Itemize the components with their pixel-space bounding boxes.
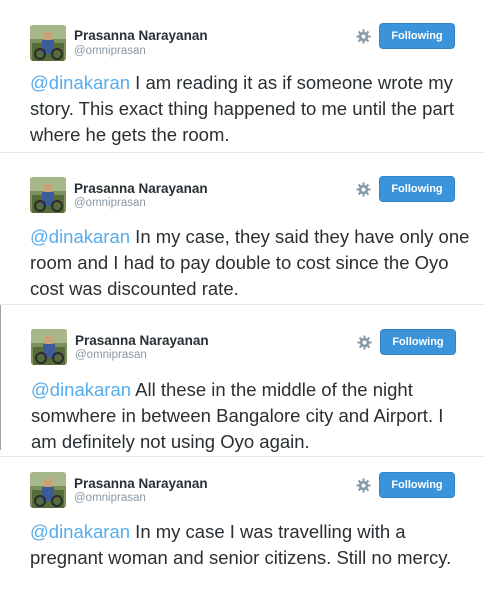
tweet-card: Prasanna Narayanan @omniprasan Following… (1, 305, 484, 455)
tweet-text: @dinakaran In my case, they said they ha… (30, 224, 470, 302)
mention-link[interactable]: @dinakaran (30, 226, 130, 247)
author-handle[interactable]: @omniprasan (74, 492, 146, 504)
author-handle[interactable]: @omniprasan (75, 349, 147, 361)
tweet-text: @dinakaran All these in the middle of th… (31, 377, 471, 455)
gear-icon[interactable] (356, 478, 371, 493)
tweet-text: @dinakaran I am reading it as if someone… (30, 70, 470, 148)
mention-link[interactable]: @dinakaran (30, 521, 130, 542)
tweet-card: Prasanna Narayanan @omniprasan Following… (0, 153, 484, 303)
author-name[interactable]: Prasanna Narayanan (74, 28, 208, 43)
author-handle[interactable]: @omniprasan (74, 197, 146, 209)
avatar[interactable] (30, 177, 66, 213)
gear-icon[interactable] (357, 335, 372, 350)
following-button[interactable]: Following (379, 176, 455, 202)
following-button[interactable]: Following (379, 472, 455, 498)
tweet-text: @dinakaran In my case I was travelling w… (30, 519, 470, 571)
author-name[interactable]: Prasanna Narayanan (75, 333, 209, 348)
mention-link[interactable]: @dinakaran (30, 72, 130, 93)
avatar[interactable] (30, 25, 66, 61)
following-button[interactable]: Following (379, 23, 455, 49)
gear-icon[interactable] (356, 29, 371, 44)
avatar[interactable] (31, 329, 67, 365)
following-button[interactable]: Following (380, 329, 456, 355)
tweet-card: Prasanna Narayanan @omniprasan Following… (0, 0, 484, 152)
gear-icon[interactable] (356, 182, 371, 197)
avatar[interactable] (30, 472, 66, 508)
tweet-card: Prasanna Narayanan @omniprasan Following… (0, 457, 484, 600)
author-name[interactable]: Prasanna Narayanan (74, 476, 208, 491)
author-name[interactable]: Prasanna Narayanan (74, 181, 208, 196)
mention-link[interactable]: @dinakaran (31, 379, 131, 400)
author-handle[interactable]: @omniprasan (74, 45, 146, 57)
